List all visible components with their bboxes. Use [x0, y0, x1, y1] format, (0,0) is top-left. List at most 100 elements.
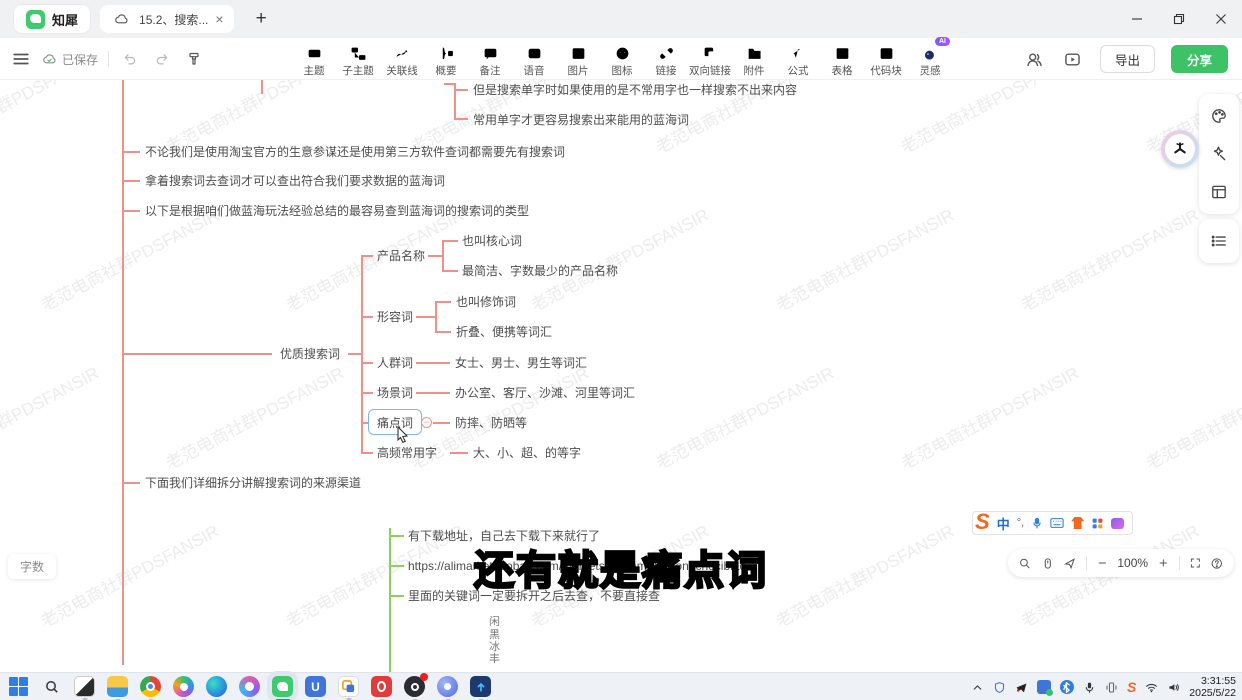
collapse-toggle-icon[interactable]: − [421, 417, 432, 428]
taskbar-blue-circle-app[interactable] [437, 676, 458, 697]
toolbar-subtopic-button[interactable]: 子主题 [336, 41, 380, 78]
layout-structure-icon[interactable] [1200, 173, 1238, 211]
toolbar-bidirectional-link-button[interactable]: 双向链接 [688, 41, 732, 78]
toolbar-summary-button[interactable]: 概要 [424, 41, 468, 78]
toolbar-image-button[interactable]: 图片 [556, 41, 600, 78]
mindmap-node[interactable]: 办公室、客厅、沙滩、河里等词汇 [455, 385, 635, 401]
mindmap-node[interactable]: 也叫修饰词 [456, 294, 516, 310]
ime-mode-chinese[interactable]: 中 [997, 514, 1010, 533]
window-close-button[interactable] [1200, 0, 1242, 38]
app-home-tab[interactable]: 知犀 [14, 5, 90, 33]
save-status-label: 已保存 [62, 51, 98, 68]
taskbar-app-o[interactable] [371, 676, 392, 697]
mindmap-node[interactable]: 女士、男士、男生等词汇 [455, 355, 587, 371]
toolbar-voice-button[interactable]: 语音 [512, 41, 556, 78]
toolbar-formula-button[interactable]: 公式 [776, 41, 820, 78]
sogou-ime-toolbar[interactable]: S 中 °, [972, 511, 1133, 535]
taskbar-squares-app[interactable] [338, 676, 359, 697]
format-painter-icon[interactable] [183, 48, 205, 70]
share-button[interactable]: 分享 [1171, 45, 1228, 73]
mindmap-node-selected[interactable]: 痛点词 [368, 409, 422, 435]
tray-telegram-icon[interactable] [1015, 681, 1028, 694]
magic-wand-icon[interactable] [1200, 135, 1238, 173]
toolbar-topic-button[interactable]: 主题 [292, 41, 336, 78]
taskbar-zhixi-active[interactable] [272, 676, 293, 697]
mindmap-node[interactable]: 形容词 [377, 309, 413, 325]
collaborate-icon[interactable] [1024, 48, 1046, 70]
ime-mic-icon[interactable] [1031, 516, 1043, 530]
ime-keyboard-icon[interactable] [1050, 517, 1064, 529]
video-tutorial-icon[interactable] [1062, 48, 1084, 70]
ime-toolbox-icon[interactable] [1091, 517, 1104, 530]
export-button[interactable]: 导出 [1100, 45, 1155, 73]
tray-audio-device-icon[interactable] [1105, 681, 1118, 694]
window-restore-button[interactable] [1158, 0, 1200, 38]
toolbar-attachment-button[interactable]: 附件 [732, 41, 776, 78]
mindmap-node[interactable]: 场景词 [377, 385, 413, 401]
mindmap-node[interactable]: 也叫核心词 [462, 233, 522, 249]
mindmap-node[interactable]: 优质搜索词 [280, 346, 340, 362]
toolbar-table-button[interactable]: 表格 [820, 41, 864, 78]
mindmap-node-fragment: 闲 [489, 616, 500, 628]
taskbar-search-button[interactable] [41, 676, 62, 697]
mindmap-node[interactable]: 以下是根据咱们做蓝海玩法经验总结的最容易查到蓝海词的搜索词的类型 [145, 203, 529, 219]
toolbar: 已保存 主题 子主题 关联线 [0, 38, 1242, 80]
mindmap-node[interactable]: 防摔、防晒等 [455, 415, 527, 431]
tab-close-icon[interactable]: × [215, 11, 223, 27]
document-tab-label: 15.2、搜索... [139, 11, 208, 28]
toolbar-icon-button[interactable]: 图标 [600, 41, 644, 78]
tray-capture-icon[interactable] [1037, 680, 1051, 694]
ime-punctuation-icon[interactable]: °, [1017, 517, 1024, 529]
assistant-float-button[interactable] [1161, 130, 1199, 168]
mindmap-node[interactable]: 但是搜索单字时如果使用的是不常用字也一样搜索不出来内容 [473, 82, 797, 98]
ai-badge: AI [935, 37, 950, 46]
toolbar-code-block-button[interactable]: 代码块 [864, 41, 908, 78]
undo-icon[interactable] [119, 48, 141, 70]
clock-time: 3:31:55 [1189, 675, 1236, 687]
mindmap-node[interactable]: 最简洁、字数最少的产品名称 [462, 263, 618, 279]
ime-skin-icon[interactable] [1071, 517, 1084, 529]
menu-icon[interactable] [10, 48, 32, 70]
tray-expand-icon[interactable] [971, 681, 984, 694]
mindmap-node[interactable]: 大、小、超、的等字 [473, 445, 581, 461]
tray-microphone-icon[interactable] [1083, 681, 1096, 694]
new-tab-button[interactable]: + [256, 8, 267, 30]
mindmap-node[interactable]: 折叠、便携等词汇 [456, 324, 552, 340]
redo-icon[interactable] [151, 48, 173, 70]
toolbar-link-button[interactable]: 链接 [644, 41, 688, 78]
mindmap-node[interactable]: 人群词 [377, 355, 413, 371]
outline-list-icon[interactable] [1200, 222, 1238, 260]
ime-emoji-icon[interactable] [1111, 518, 1124, 529]
start-button[interactable] [8, 676, 29, 697]
mindmap-node[interactable]: 拿着搜索词去查词才可以查出符合我们要求数据的蓝海词 [145, 173, 445, 189]
taskbar-snipping-app[interactable] [74, 676, 95, 697]
document-tab[interactable]: 15.2、搜索... × [100, 5, 234, 33]
tray-bluetooth-icon[interactable] [1060, 680, 1074, 694]
mindmap-node[interactable]: 下面我们详细拆分讲解搜索词的来源渠道 [145, 475, 361, 491]
mindmap-node[interactable]: 高频常用字 [377, 445, 437, 461]
tray-wifi-icon[interactable] [1145, 681, 1158, 694]
toolbar-note-button[interactable]: 备注 [468, 41, 512, 78]
clock-date: 2025/5/22 [1189, 687, 1236, 699]
mindmap-node[interactable]: 不论我们是使用淘宝官方的生意参谋还是使用第三方软件查词都需要先有搜索词 [145, 144, 565, 160]
windows-logo-icon [9, 677, 29, 697]
window-minimize-button[interactable] [1116, 0, 1158, 38]
taskbar-chrome[interactable] [140, 676, 161, 697]
taskbar-clock[interactable]: 3:31:55 2025/5/22 [1189, 675, 1236, 699]
taskbar-arrow-app[interactable] [470, 676, 491, 697]
tray-volume-icon[interactable] [1167, 681, 1180, 694]
mindmap-node[interactable]: 产品名称 [377, 248, 425, 264]
taskbar-edge[interactable] [206, 676, 227, 697]
taskbar-browser-360[interactable] [173, 676, 194, 697]
palette-icon[interactable] [1200, 97, 1238, 135]
tray-security-shield-icon[interactable] [993, 681, 1006, 694]
taskbar-obs-recording[interactable] [404, 676, 425, 697]
taskbar-app-u[interactable]: U [305, 676, 326, 697]
mindmap-node[interactable]: 常用单字才更容易搜索出来能用的蓝海词 [473, 112, 689, 128]
tray-sogou-icon[interactable]: S [1127, 679, 1136, 695]
toolbar-inspiration-button[interactable]: AI 灵感 [908, 41, 952, 78]
mouse-cursor [396, 426, 411, 444]
taskbar-music-app[interactable] [239, 676, 260, 697]
toolbar-relation-line-button[interactable]: 关联线 [380, 41, 424, 78]
taskbar-file-explorer[interactable] [107, 676, 128, 697]
